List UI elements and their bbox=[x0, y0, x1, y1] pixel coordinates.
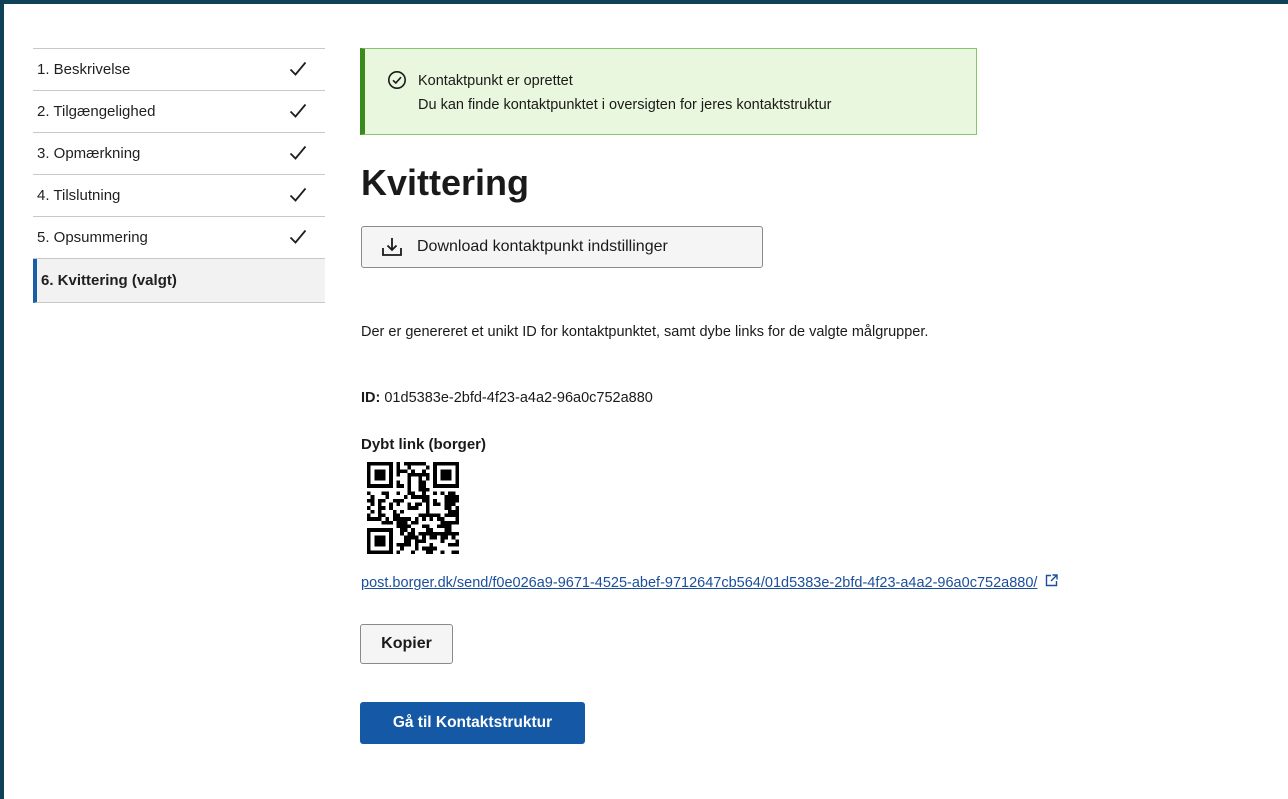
deep-link-url[interactable]: post.borger.dk/send/f0e026a9-9671-4525-a… bbox=[361, 575, 1037, 591]
step-beskrivelse[interactable]: 1. Beskrivelse bbox=[33, 49, 325, 91]
id-line: ID: 01d5383e-2bfd-4f23-a4a2-96a0c752a880 bbox=[361, 390, 653, 406]
qr-code bbox=[367, 462, 459, 559]
step-label: 6. Kvittering (valgt) bbox=[41, 272, 177, 289]
step-navigation: 1. Beskrivelse 2. Tilgængelighed 3. Opmæ… bbox=[33, 48, 325, 303]
download-button-label: Download kontaktpunkt indstillinger bbox=[417, 238, 668, 255]
step-tilgaengelighed[interactable]: 2. Tilgængelighed bbox=[33, 91, 325, 133]
download-icon bbox=[381, 237, 403, 257]
alert-title: Kontaktpunkt er oprettet bbox=[418, 73, 573, 89]
go-to-contact-structure-button[interactable]: Gå til Kontaktstruktur bbox=[360, 702, 585, 744]
checkmark-icon bbox=[289, 61, 307, 81]
step-label: 5. Opsummering bbox=[37, 229, 148, 246]
external-link-icon bbox=[1045, 570, 1059, 596]
check-circle-icon bbox=[387, 70, 407, 95]
step-opsummering[interactable]: 5. Opsummering bbox=[33, 217, 325, 259]
id-value: 01d5383e-2bfd-4f23-a4a2-96a0c752a880 bbox=[380, 390, 653, 406]
checkmark-icon bbox=[289, 187, 307, 207]
deep-link-heading: Dybt link (borger) bbox=[361, 436, 487, 453]
page-title: Kvittering bbox=[361, 162, 530, 203]
step-label: 1. Beskrivelse bbox=[37, 61, 131, 78]
alert-message: Du kan finde kontaktpunktet i oversigten… bbox=[418, 97, 832, 113]
checkmark-icon bbox=[289, 103, 307, 123]
step-label: 4. Tilslutning bbox=[37, 187, 121, 204]
step-label: 3. Opmærkning bbox=[37, 145, 141, 162]
step-opmaerkning[interactable]: 3. Opmærkning bbox=[33, 133, 325, 175]
copy-button[interactable]: Kopier bbox=[360, 624, 453, 664]
download-settings-button[interactable]: Download kontaktpunkt indstillinger bbox=[361, 226, 763, 268]
step-kvittering[interactable]: 6. Kvittering (valgt) bbox=[33, 259, 325, 303]
step-tilslutning[interactable]: 4. Tilslutning bbox=[33, 175, 325, 217]
description-text: Der er genereret et unikt ID for kontakt… bbox=[361, 324, 929, 340]
checkmark-icon bbox=[289, 145, 307, 165]
step-label: 2. Tilgængelighed bbox=[37, 103, 156, 120]
success-alert: Kontaktpunkt er oprettet Du kan finde ko… bbox=[360, 48, 977, 135]
id-label: ID: bbox=[361, 390, 381, 406]
deep-link[interactable]: post.borger.dk/send/f0e026a9-9671-4525-a… bbox=[361, 570, 1081, 596]
checkmark-icon bbox=[289, 229, 307, 249]
